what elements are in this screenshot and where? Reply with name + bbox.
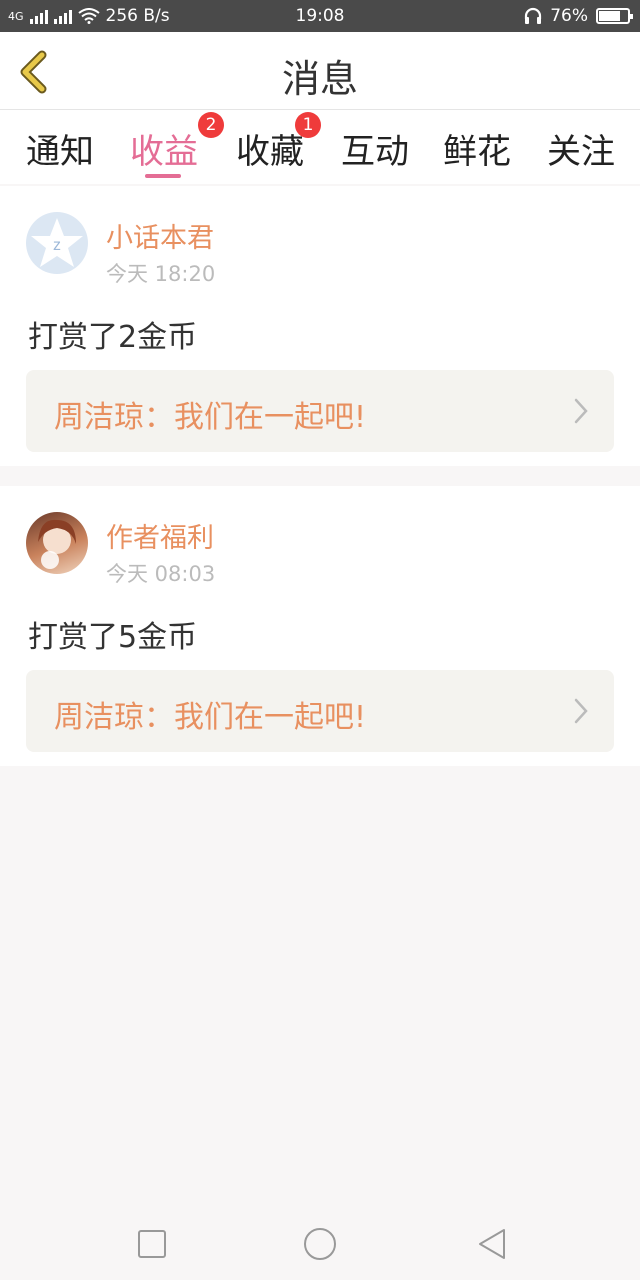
star-logo-icon: z (31, 218, 83, 267)
avatar[interactable]: z (26, 212, 88, 274)
square-icon[interactable] (134, 1226, 170, 1262)
system-nav-bar (0, 1210, 640, 1280)
tab-bar: 通知 收益 收藏 2 互动 1 鲜花 关注 (0, 110, 640, 184)
status-right: 76% (524, 6, 633, 26)
tab-flowers[interactable]: 鲜花 (443, 124, 511, 173)
app-header: 消息 (0, 32, 640, 110)
avatar[interactable] (26, 512, 88, 574)
battery-fill (599, 11, 621, 21)
headphone-icon (525, 7, 542, 24)
tab-earnings[interactable]: 收益 (130, 124, 198, 173)
sender-name[interactable]: 小话本君 (106, 216, 214, 255)
message-time: 今天 18:20 (106, 262, 216, 286)
battery-percent: 76% (550, 6, 588, 26)
tab-interactions-label: 互动 (341, 132, 409, 172)
tab-follows[interactable]: 关注 (547, 124, 615, 173)
message-card: z 小话本君 今天 18:20 打赏了2金币 周洁琼：我们在一起吧! (0, 186, 640, 466)
chevron-right-icon (574, 398, 588, 424)
tab-notifications[interactable]: 通知 (26, 124, 94, 173)
user-portrait-icon (38, 519, 76, 569)
page-title: 消息 (281, 57, 358, 101)
quote-text: 周洁琼：我们在一起吧! (54, 400, 367, 435)
chevron-right-icon (574, 698, 588, 724)
tab-interactions[interactable]: 互动 1 (295, 112, 409, 173)
tab-favorites-label: 收藏 (236, 132, 304, 172)
favorites-badge: 2 (198, 112, 224, 138)
message-time: 今天 08:03 (106, 562, 216, 586)
svg-text:z: z (53, 237, 61, 254)
message-text: 打赏了5金币 (28, 620, 198, 655)
quote-box[interactable]: 周洁琼：我们在一起吧! (26, 370, 614, 452)
message-card: 作者福利 今天 08:03 打赏了5金币 周洁琼：我们在一起吧! (0, 486, 640, 766)
battery-icon (596, 8, 633, 24)
tab-favorites[interactable]: 收藏 2 (198, 112, 304, 173)
quote-text: 周洁琼：我们在一起吧! (54, 700, 367, 735)
quote-box[interactable]: 周洁琼：我们在一起吧! (26, 670, 614, 752)
triangle-back-icon[interactable] (474, 1226, 510, 1262)
message-text: 打赏了2金币 (28, 320, 198, 355)
active-tab-indicator (145, 174, 181, 178)
interactions-badge: 1 (295, 112, 321, 138)
circle-icon[interactable] (302, 1226, 338, 1262)
status-bar: 4G 256 B/s 19:08 76% (0, 0, 640, 32)
sender-name[interactable]: 作者福利 (106, 516, 214, 555)
